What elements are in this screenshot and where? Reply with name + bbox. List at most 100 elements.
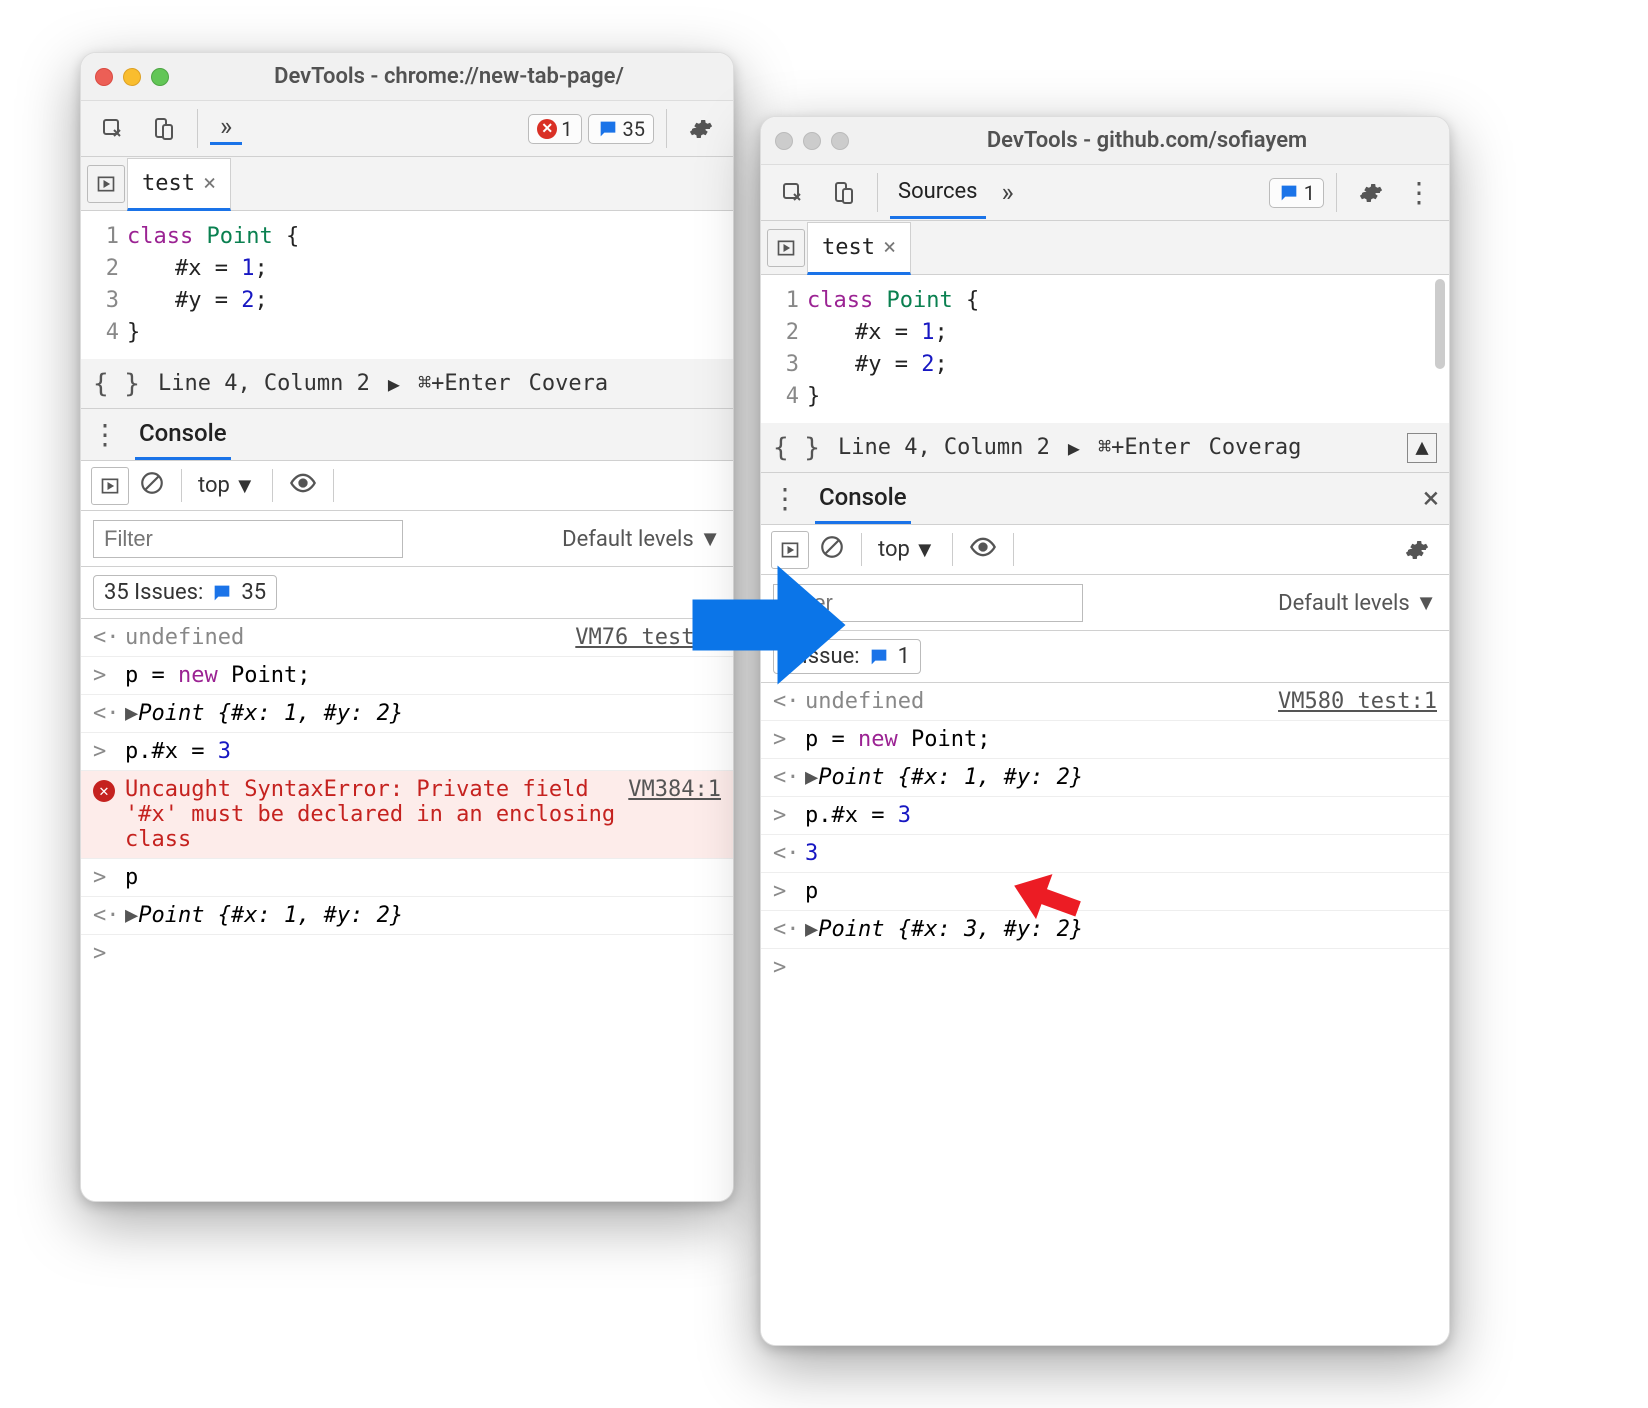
log-row[interactable]: > p.#x = 3	[81, 733, 733, 771]
toggle-sidebar-icon[interactable]	[91, 467, 129, 505]
log-row[interactable]: > p	[761, 873, 1449, 911]
console-tab[interactable]: Console	[135, 409, 231, 460]
code-editor[interactable]: 1 2 3 4 class Point { #x = 1; #y = 2; }	[761, 275, 1449, 423]
window-maximize-icon[interactable]	[151, 68, 169, 86]
toggle-navigator-icon[interactable]	[767, 229, 805, 267]
log-text: Point;	[898, 727, 991, 752]
log-row[interactable]: <· ▶Point {#x: 3, #y: 2}	[761, 911, 1449, 949]
close-tab-icon[interactable]: ×	[883, 235, 896, 260]
separator	[1336, 173, 1337, 212]
code-token: 2	[921, 352, 934, 377]
transition-arrow-icon	[684, 540, 854, 710]
console-settings-gear-icon[interactable]	[1395, 530, 1439, 570]
console-prompt[interactable]: >	[761, 949, 1449, 986]
window-maximize-icon[interactable]	[831, 132, 849, 150]
live-expression-icon[interactable]	[289, 469, 317, 503]
editor-tab-test[interactable]: test ×	[127, 158, 231, 211]
close-drawer-icon[interactable]: ×	[1423, 481, 1439, 516]
window-close-icon[interactable]	[95, 68, 113, 86]
expand-icon[interactable]: ▶	[805, 765, 818, 790]
code-body[interactable]: class Point { #x = 1; #y = 2; }	[807, 281, 1449, 417]
log-row[interactable]: > p = new Point;	[761, 721, 1449, 759]
separator	[272, 469, 273, 502]
scrollbar[interactable]	[1435, 279, 1445, 369]
messages-badge[interactable]: 1	[1269, 178, 1324, 208]
drawer-menu-icon[interactable]: ⋮	[91, 418, 121, 451]
log-row[interactable]: <· ▶Point {#x: 1, #y: 2}	[761, 759, 1449, 797]
expand-icon[interactable]: ▶	[125, 903, 138, 928]
log-row[interactable]: <· undefined VM76 test:1	[81, 619, 733, 657]
log-row[interactable]: > p	[81, 859, 733, 897]
close-tab-icon[interactable]: ×	[203, 171, 216, 196]
input-arrow-icon: >	[93, 663, 115, 688]
titlebar[interactable]: DevTools - chrome://new-tab-page/	[81, 53, 733, 101]
log-levels-selector[interactable]: Default levels ▼	[1278, 590, 1437, 616]
code-token: }	[127, 320, 140, 345]
log-row[interactable]: <· 3	[761, 835, 1449, 873]
log-source-link[interactable]: VM384:1	[628, 777, 721, 802]
collapse-icon[interactable]: ▲	[1407, 433, 1437, 463]
message-icon	[1278, 182, 1300, 204]
pretty-print-icon[interactable]: { }	[93, 369, 140, 399]
log-row[interactable]: > p.#x = 3	[761, 797, 1449, 835]
run-shortcut: ⌘+Enter	[418, 371, 511, 396]
settings-gear-icon[interactable]	[679, 109, 723, 149]
issues-button[interactable]: 35 Issues: 35	[93, 575, 277, 610]
console-prompt[interactable]: >	[81, 935, 733, 972]
result-arrow-icon: <·	[93, 903, 115, 928]
window-minimize-icon[interactable]	[803, 132, 821, 150]
log-source-link[interactable]: VM580 test:1	[1278, 689, 1437, 714]
panel-tab-sources[interactable]: Sources	[890, 167, 986, 219]
window-minimize-icon[interactable]	[123, 68, 141, 86]
more-menu-icon[interactable]: ⋮	[1399, 176, 1439, 209]
log-text: Uncaught SyntaxError: Private field '#x'…	[125, 777, 618, 852]
console-output: <· undefined VM580 test:1 > p = new Poin…	[761, 683, 1449, 1345]
filter-input[interactable]	[93, 520, 403, 558]
log-row[interactable]: <· ▶Point {#x: 1, #y: 2}	[81, 897, 733, 935]
settings-gear-icon[interactable]	[1349, 173, 1393, 213]
line-number: 1	[81, 221, 119, 253]
more-tabs-icon[interactable]: »	[992, 178, 1024, 208]
separator	[1013, 533, 1014, 566]
coverage-tab[interactable]: Covera	[529, 371, 608, 396]
error-badge[interactable]: ✕ 1	[528, 114, 581, 144]
log-row[interactable]: <· undefined VM580 test:1	[761, 683, 1449, 721]
drawer-menu-icon[interactable]: ⋮	[771, 482, 801, 515]
run-icon[interactable]: ▶	[1068, 436, 1080, 460]
coverage-tab[interactable]: Coverag	[1209, 435, 1302, 460]
inspect-element-icon[interactable]	[91, 109, 135, 149]
clear-console-icon[interactable]	[139, 470, 165, 502]
titlebar[interactable]: DevTools - github.com/sofiayem	[761, 117, 1449, 165]
run-icon[interactable]: ▶	[388, 372, 400, 396]
line-number: 2	[761, 317, 799, 349]
inspect-element-icon[interactable]	[771, 173, 815, 213]
device-toolbar-icon[interactable]	[821, 173, 865, 213]
expand-icon[interactable]: ▶	[125, 701, 138, 726]
editor-tab-test[interactable]: test ×	[807, 222, 911, 275]
context-selector[interactable]: top ▼	[878, 537, 936, 563]
console-filterbar: Default levels ▼	[761, 575, 1449, 631]
code-token: 2	[241, 288, 254, 313]
expand-icon[interactable]: ▶	[805, 917, 818, 942]
console-filterbar: Default levels ▼	[81, 511, 733, 567]
live-expression-icon[interactable]	[969, 533, 997, 567]
device-toolbar-icon[interactable]	[141, 109, 185, 149]
console-tab[interactable]: Console	[815, 473, 911, 524]
code-editor[interactable]: 1 2 3 4 class Point { #x = 1; #y = 2; }	[81, 211, 733, 359]
line-gutter: 1 2 3 4	[81, 217, 127, 353]
log-row[interactable]: <· ▶Point {#x: 1, #y: 2}	[81, 695, 733, 733]
context-selector[interactable]: top ▼	[198, 473, 256, 499]
code-body[interactable]: class Point { #x = 1; #y = 2; }	[127, 217, 733, 353]
code-token: Point	[206, 224, 272, 249]
prompt-icon: >	[93, 941, 115, 966]
toggle-navigator-icon[interactable]	[87, 165, 125, 203]
log-text: 3	[805, 841, 1437, 866]
messages-badge[interactable]: 35	[588, 114, 654, 144]
log-row-error[interactable]: ✕ Uncaught SyntaxError: Private field '#…	[81, 771, 733, 859]
more-tabs-icon[interactable]: »	[210, 112, 242, 145]
pretty-print-icon[interactable]: { }	[773, 433, 820, 463]
code-token: ;	[254, 256, 267, 281]
window-close-icon[interactable]	[775, 132, 793, 150]
log-row[interactable]: > p = new Point;	[81, 657, 733, 695]
line-gutter: 1 2 3 4	[761, 281, 807, 417]
